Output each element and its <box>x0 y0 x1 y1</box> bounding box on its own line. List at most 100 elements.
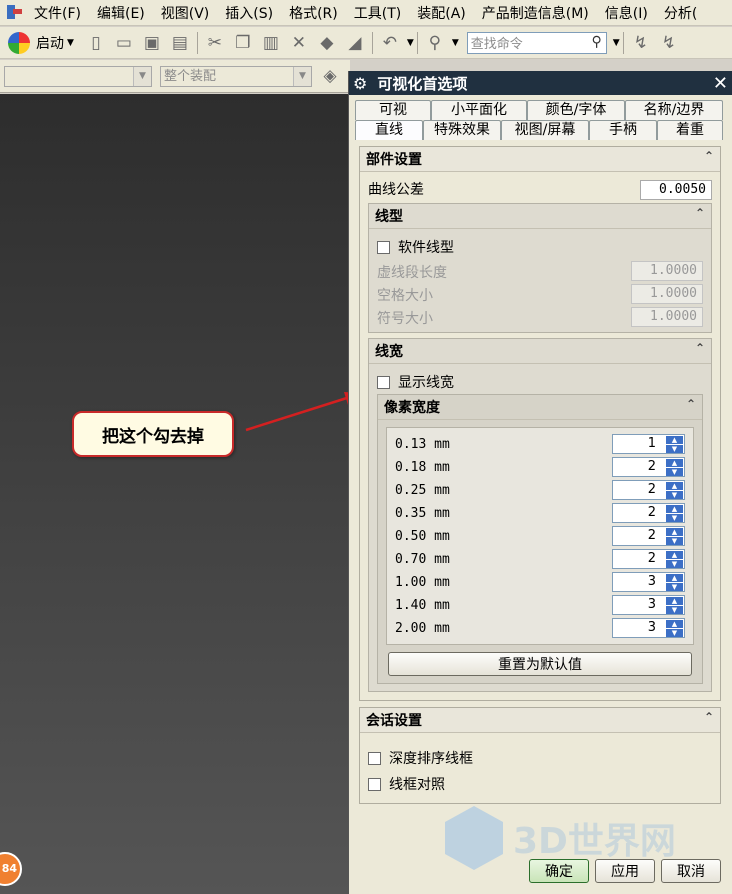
menu-format[interactable]: 格式(R) <box>283 3 348 23</box>
delete-icon[interactable]: ✕ <box>287 31 311 55</box>
menu-tools[interactable]: 工具(T) <box>348 3 411 23</box>
pixel-width-header[interactable]: 像素宽度 ⌃ <box>378 395 702 420</box>
spin-down-icon[interactable]: ▼ <box>666 606 683 614</box>
selection-icon[interactable]: ◈ <box>318 64 342 88</box>
chevron-up-icon[interactable]: ⌃ <box>704 149 714 163</box>
spin-up-icon[interactable]: ▲ <box>666 459 683 467</box>
graphics-window[interactable] <box>0 94 348 894</box>
chevron-down-icon[interactable]: ▼ <box>407 38 414 48</box>
spin-down-icon[interactable]: ▼ <box>666 491 683 499</box>
chevron-up-icon[interactable]: ⌃ <box>686 397 696 411</box>
tab-color-font[interactable]: 颜色/字体 <box>527 100 625 120</box>
spin-up-icon[interactable]: ▲ <box>666 436 683 444</box>
menu-info[interactable]: 信息(I) <box>599 3 658 23</box>
spin-down-icon[interactable]: ▼ <box>666 445 683 453</box>
toolbar-separator <box>416 31 418 54</box>
tab-view-screen[interactable]: 视图/屏幕 <box>501 120 589 140</box>
wireframe-compare-checkbox-row[interactable]: 线框对照 <box>368 774 445 794</box>
part-icon[interactable]: ◆ <box>315 31 339 55</box>
tab-emphasis[interactable]: 着重 <box>657 120 723 140</box>
callout-text: 把这个勾去掉 <box>102 426 204 447</box>
software-linetype-checkbox-row[interactable]: 软件线型 <box>377 237 454 257</box>
session-settings-panel: 会话设置 ⌃ 深度排序线框 线框对照 <box>359 707 721 804</box>
spin-up-icon[interactable]: ▲ <box>666 597 683 605</box>
depth-sort-checkbox[interactable] <box>368 751 381 765</box>
tab-special-effects[interactable]: 特殊效果 <box>423 120 501 140</box>
chevron-down-icon[interactable]: ▼ <box>133 66 151 86</box>
software-linetype-checkbox[interactable] <box>377 240 390 254</box>
chevron-down-icon[interactable]: ▼ <box>293 66 311 86</box>
show-linewidth-checkbox[interactable] <box>377 375 390 389</box>
spin-down-icon[interactable]: ▼ <box>666 468 683 476</box>
print-icon[interactable]: ▤ <box>168 31 192 55</box>
pixel-width-spinner[interactable]: 3 ▲ ▼ <box>612 618 685 638</box>
spin-up-icon[interactable]: ▲ <box>666 528 683 536</box>
pixel-width-spinner[interactable]: 2 ▲ ▼ <box>612 526 685 546</box>
menu-pmi[interactable]: 产品制造信息(M) <box>476 3 599 23</box>
curve-tolerance-input[interactable]: 0.0050 <box>640 180 712 200</box>
menu-assembly[interactable]: 装配(A) <box>411 3 476 23</box>
type-filter-combo[interactable]: ▼ <box>4 65 152 87</box>
show-linewidth-checkbox-row[interactable]: 显示线宽 <box>377 372 454 392</box>
spin-down-icon[interactable]: ▼ <box>666 629 683 637</box>
tab-names-borders[interactable]: 名称/边界 <box>625 100 723 120</box>
new-file-icon[interactable]: ▯ <box>84 31 108 55</box>
search-icon[interactable]: ⚲ <box>592 34 602 50</box>
close-icon[interactable]: ✕ <box>713 73 728 94</box>
feature-icon[interactable]: ↯ <box>657 31 681 55</box>
spin-up-icon[interactable]: ▲ <box>666 482 683 490</box>
spin-up-icon[interactable]: ▲ <box>666 574 683 582</box>
menu-edit[interactable]: 编辑(E) <box>91 3 155 23</box>
sketch-icon[interactable]: ↯ <box>629 31 653 55</box>
spin-down-icon[interactable]: ▼ <box>666 583 683 591</box>
dialog-title-bar[interactable]: ⚙ 可视化首选项 ✕ <box>349 71 732 95</box>
paste-icon[interactable]: ▥ <box>259 31 283 55</box>
save-icon[interactable]: ▣ <box>140 31 164 55</box>
spin-down-icon[interactable]: ▼ <box>666 514 683 522</box>
copy-icon[interactable]: ❐ <box>231 31 255 55</box>
spin-down-icon[interactable]: ▼ <box>666 537 683 545</box>
menu-insert[interactable]: 插入(S) <box>219 3 283 23</box>
chevron-up-icon[interactable]: ⌃ <box>695 341 705 355</box>
tab-faceting[interactable]: 小平面化 <box>431 100 527 120</box>
undo-icon[interactable]: ↶ <box>378 31 402 55</box>
wireframe-compare-checkbox[interactable] <box>368 777 381 791</box>
chevron-down-icon[interactable]: ▼ <box>613 38 620 48</box>
spin-up-icon[interactable]: ▲ <box>666 551 683 559</box>
chevron-down-icon[interactable]: ▼ <box>452 38 459 48</box>
spin-down-icon[interactable]: ▼ <box>666 560 683 568</box>
menu-analysis[interactable]: 分析( <box>658 3 707 23</box>
depth-sort-checkbox-row[interactable]: 深度排序线框 <box>368 748 473 768</box>
eraser-icon[interactable]: ◢ <box>343 31 367 55</box>
linewidth-header[interactable]: 线宽 ⌃ <box>369 339 711 364</box>
part-settings-panel: 部件设置 ⌃ 曲线公差 0.0050 线型 ⌃ 软件线型 虚线段长度 1.000… <box>359 146 721 701</box>
chevron-up-icon[interactable]: ⌃ <box>695 206 705 220</box>
open-folder-icon[interactable]: ▭ <box>112 31 136 55</box>
part-settings-header[interactable]: 部件设置 ⌃ <box>360 147 720 172</box>
pixel-width-spinner[interactable]: 3 ▲ ▼ <box>612 595 685 615</box>
tab-visual[interactable]: 可视 <box>355 100 431 120</box>
pixel-width-spinner[interactable]: 1 ▲ ▼ <box>612 434 685 454</box>
spin-up-icon[interactable]: ▲ <box>666 505 683 513</box>
pixel-width-spinner[interactable]: 2 ▲ ▼ <box>612 457 685 477</box>
tab-line[interactable]: 直线 <box>355 120 423 140</box>
menu-file[interactable]: 文件(F) <box>28 3 91 23</box>
pixel-width-spinner[interactable]: 2 ▲ ▼ <box>612 503 685 523</box>
linetype-header[interactable]: 线型 ⌃ <box>369 204 711 229</box>
reset-defaults-button[interactable]: 重置为默认值 <box>388 652 692 676</box>
linetype-title: 线型 <box>375 209 403 225</box>
start-button[interactable]: 启动 ▼ <box>8 31 74 54</box>
command-finder-icon[interactable]: ⚲ <box>423 31 447 55</box>
menu-view[interactable]: 视图(V) <box>155 3 220 23</box>
spin-up-icon[interactable]: ▲ <box>666 620 683 628</box>
assembly-filter-combo[interactable]: 整个装配 ▼ <box>160 65 312 87</box>
pixel-width-spinner[interactable]: 2 ▲ ▼ <box>612 480 685 500</box>
search-input[interactable]: 查找命令 ⚲ <box>466 31 607 54</box>
tab-handles[interactable]: 手柄 <box>589 120 657 140</box>
pixel-width-spinner[interactable]: 2 ▲ ▼ <box>612 549 685 569</box>
cut-icon[interactable]: ✂ <box>203 31 227 55</box>
pixel-width-spinner[interactable]: 3 ▲ ▼ <box>612 572 685 592</box>
toolbar-separator <box>196 31 198 54</box>
chevron-up-icon[interactable]: ⌃ <box>704 710 714 724</box>
session-settings-header[interactable]: 会话设置 ⌃ <box>360 708 720 733</box>
